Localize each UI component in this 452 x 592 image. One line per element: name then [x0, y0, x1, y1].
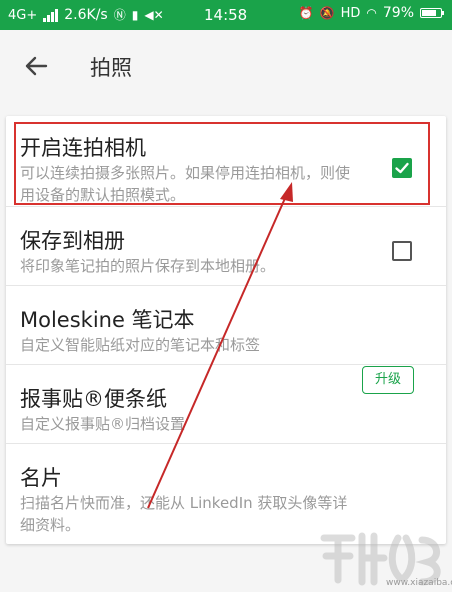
check-icon	[395, 162, 409, 174]
setting-burst-camera[interactable]: 开启连拍相机 可以连续拍摄多张照片。如果停用连拍相机，则使用设备的默认拍照模式。	[6, 116, 446, 206]
watermark-url: www.xiazaiba.com	[386, 578, 452, 588]
wifi-icon: ◠	[366, 6, 377, 20]
hd-label: HD	[340, 5, 361, 21]
status-bar: 4G+ 2.6K/s Ⓝ ▮ ◀✕ 14:58 ⏰ 🔕 HD ◠ 79%	[0, 0, 452, 30]
battery-percent: 79%	[382, 5, 414, 21]
setting-subtitle: 将印象笔记拍的照片保存到本地相册。	[20, 257, 276, 275]
dnd-icon: 🔕	[319, 6, 335, 20]
nfc-icon: Ⓝ	[113, 8, 126, 22]
network-type: 4G+	[8, 7, 38, 23]
setting-title: Moleskine 笔记本	[20, 308, 195, 332]
signal-icon	[43, 8, 59, 22]
setting-title: 报事贴®便条纸	[20, 387, 167, 411]
app-bar: 拍照	[0, 30, 452, 102]
setting-subtitle: 自定义智能贴纸对应的笔记本和标签	[20, 336, 261, 354]
alarm-icon: ⏰	[298, 6, 314, 20]
setting-subtitle: 可以连续拍摄多张照片。如果停用连拍相机，则使用设备的默认拍照模式。	[20, 164, 351, 204]
setting-title: 保存到相册	[20, 229, 125, 253]
setting-subtitle: 扫描名片快而准，还能从 LinkedIn 获取头像等详细资料。	[20, 494, 348, 534]
setting-moleskine[interactable]: Moleskine 笔记本 自定义智能贴纸对应的笔记本和标签	[6, 286, 446, 364]
setting-title: 名片	[20, 466, 62, 490]
vibrate-icon: ▮	[131, 8, 139, 22]
setting-subtitle: 自定义报事贴®归档设置	[20, 415, 186, 433]
burst-camera-checkbox[interactable]	[392, 158, 412, 178]
battery-icon	[420, 8, 444, 18]
status-time: 14:58	[204, 6, 248, 24]
network-speed: 2.6K/s	[64, 7, 108, 23]
setting-save-to-album[interactable]: 保存到相册 将印象笔记拍的照片保存到本地相册。	[6, 207, 446, 285]
save-to-album-checkbox[interactable]	[392, 241, 412, 261]
settings-card: 开启连拍相机 可以连续拍摄多张照片。如果停用连拍相机，则使用设备的默认拍照模式。…	[6, 116, 446, 544]
setting-title: 开启连拍相机	[20, 136, 146, 160]
page-title: 拍照	[90, 56, 132, 80]
mute-icon: ◀✕	[144, 8, 164, 22]
back-arrow-icon[interactable]	[20, 50, 52, 82]
upgrade-button[interactable]: 升级	[362, 366, 414, 394]
